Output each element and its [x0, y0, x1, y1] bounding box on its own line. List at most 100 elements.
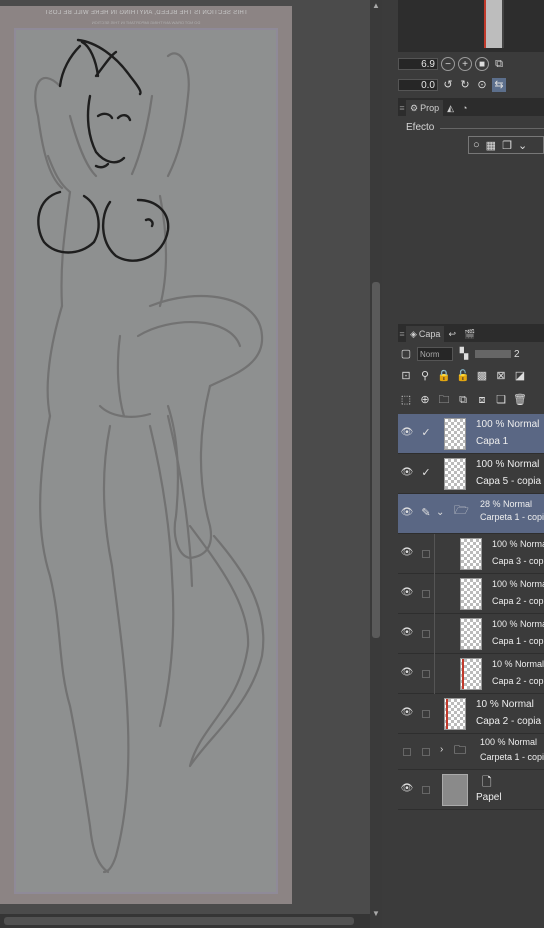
eye-icon[interactable]: 👁 [400, 706, 414, 720]
merge-down-icon[interactable]: ⧈ [474, 392, 490, 408]
layer-row[interactable]: 👁 ✓ 100 % Normal Capa 5 - copia 2 [398, 454, 544, 494]
layer-row[interactable]: 👁 100 % Normal Capa 3 - copia [398, 534, 544, 574]
new-raster-layer-icon[interactable]: ⬚ [398, 392, 414, 408]
layer-blend-row: ▢ Norm ▚ 2 [398, 344, 544, 364]
canvas-paper[interactable]: THIS SECTION IS THE BLEED, ANYTHING IN H… [0, 6, 292, 904]
rotate-row: 0.0 ↺ ↻ ⊙ ⇆ [398, 76, 544, 94]
tree-line [434, 654, 435, 694]
scroll-thumb[interactable] [372, 282, 380, 638]
layer-opacity-slider[interactable] [475, 350, 511, 358]
paper-icon: 🗋 [482, 775, 492, 789]
layer-row[interactable]: 👁 10 % Normal Capa 2 - copia 2 [398, 654, 544, 694]
canvas-horizontal-scrollbar[interactable] [0, 914, 370, 928]
fit-window-icon[interactable]: ■ [475, 57, 489, 71]
eye-icon[interactable]: 👁 [400, 586, 414, 600]
tab-history[interactable]: ↩ [444, 326, 460, 342]
checkbox[interactable] [422, 550, 430, 558]
grip-icon[interactable]: ≡ [398, 326, 406, 342]
layer-row-folder[interactable]: › 🗀 100 % Normal Carpeta 1 - copia [398, 734, 544, 770]
visibility-toggle[interactable] [403, 748, 411, 756]
tree-line [434, 574, 435, 614]
h-scroll-thumb[interactable] [4, 917, 354, 925]
zoom-slider[interactable]: 6.9 [398, 58, 438, 70]
checkmark-icon[interactable]: ✓ [419, 426, 433, 440]
tab-animation[interactable]: 🎬 [460, 326, 479, 342]
canvas-vertical-scrollbar[interactable]: ▲ ▼ [370, 0, 382, 928]
color-icon: ◔ [462, 103, 468, 113]
layer-row[interactable]: 👁 100 % Normal Capa 1 - copia [398, 614, 544, 654]
layer-thumbnail [460, 658, 482, 690]
mask-icon[interactable]: ▩ [474, 368, 490, 384]
blend-mode-select[interactable]: Norm [417, 347, 453, 361]
delete-layer-icon[interactable]: 🗑 [512, 392, 528, 408]
clip-icon[interactable]: ⊠ [493, 368, 509, 384]
lock-transparency-icon[interactable]: 🔒 [436, 368, 452, 384]
tab-brush-size[interactable]: ◭ [443, 100, 458, 116]
tab-layer-label: Capa [418, 329, 441, 339]
palette-icon[interactable]: ◪ [512, 368, 528, 384]
tab-color[interactable]: ◔ [458, 100, 471, 116]
new-folder-icon[interactable]: 🗀 [436, 392, 452, 408]
layer-frame-icon[interactable]: ▢ [398, 346, 414, 362]
rotate-slider[interactable]: 0.0 [398, 79, 438, 91]
chevron-down-icon[interactable]: ⌄ [436, 507, 444, 518]
checkbox[interactable] [422, 590, 430, 598]
efecto-divider [440, 128, 544, 129]
chevron-down-icon[interactable]: ⌄ [518, 139, 527, 152]
navigator-thumbnail[interactable] [484, 0, 504, 48]
rotate-right-icon[interactable]: ↻ [458, 78, 472, 92]
layer-opacity-value: 2 [514, 348, 520, 360]
checkbox[interactable] [422, 786, 430, 794]
layer-row-folder[interactable]: 👁 ✎ ⌄ 🗁 28 % Normal Carpeta 1 - copia [398, 494, 544, 534]
checkbox[interactable] [422, 710, 430, 718]
reset-rotation-icon[interactable]: ⊙ [475, 78, 489, 92]
duplicate-layer-icon[interactable]: ❏ [493, 392, 509, 408]
eye-icon[interactable]: 👁 [400, 506, 414, 520]
scroll-up-icon[interactable]: ▲ [370, 0, 382, 12]
checkbox[interactable] [422, 670, 430, 678]
checkmark-icon[interactable]: ✓ [419, 466, 433, 480]
scroll-down-icon[interactable]: ▼ [370, 908, 382, 920]
grip-icon[interactable]: ≡ [398, 100, 406, 116]
checkbox[interactable] [422, 748, 430, 756]
eye-icon[interactable]: 👁 [400, 466, 414, 480]
eye-icon[interactable]: 👁 [400, 782, 414, 796]
tab-layer[interactable]: ◈ Capa [406, 326, 445, 342]
layer-opacity-mode: 100 % Normal [476, 459, 540, 470]
navigator-preview[interactable] [398, 0, 544, 52]
layer-color-icon[interactable]: ❐ [502, 139, 512, 152]
zoom-out-icon[interactable]: − [441, 57, 455, 71]
transfer-down-icon[interactable]: ⧉ [455, 392, 471, 408]
layer-row-paper[interactable]: 👁 🗋 Papel [398, 770, 544, 810]
reference-layer-icon[interactable]: ⊡ [398, 368, 414, 384]
checkbox[interactable] [422, 630, 430, 638]
sketch-drawing [34, 38, 265, 874]
layer-name: Capa 3 - copia [492, 556, 544, 566]
flip-icon[interactable]: ⧉ [492, 57, 506, 71]
lighthouse-icon[interactable]: ⚲ [417, 368, 433, 384]
eye-icon[interactable]: 👁 [400, 666, 414, 680]
transparency-icon[interactable]: ▚ [456, 346, 472, 362]
layer-opacity-mode: 100 % Normal [492, 539, 544, 549]
new-vector-layer-icon[interactable]: ⊕ [417, 392, 433, 408]
tone-effect-icon[interactable]: ▦ [486, 139, 496, 152]
chevron-right-icon[interactable]: › [440, 744, 443, 755]
tab-properties[interactable]: ⚙ Prop [406, 100, 444, 116]
layer-list[interactable]: 👁 ✓ 100 % Normal Capa 1 👁 ✓ 100 % Normal… [398, 414, 544, 810]
layer-opacity-mode: 10 % Normal [492, 659, 544, 669]
layer-row[interactable]: 👁 100 % Normal Capa 2 - copia [398, 574, 544, 614]
eye-icon[interactable]: 👁 [400, 626, 414, 640]
eye-icon[interactable]: 👁 [400, 546, 414, 560]
canvas-area[interactable]: THIS SECTION IS THE BLEED, ANYTHING IN H… [0, 0, 370, 928]
rotate-left-icon[interactable]: ↺ [441, 78, 455, 92]
eye-icon[interactable]: 👁 [400, 426, 414, 440]
layer-row[interactable]: 👁 10 % Normal Capa 2 - copia 5 [398, 694, 544, 734]
tree-line [434, 614, 435, 654]
pencil-icon[interactable]: ✎ [419, 506, 433, 520]
lock-icon[interactable]: 🔓 [455, 368, 471, 384]
rotate-value: 0.0 [421, 80, 435, 91]
zoom-in-icon[interactable]: + [458, 57, 472, 71]
flip-horizontal-icon[interactable]: ⇆ [492, 78, 506, 92]
layer-row[interactable]: 👁 ✓ 100 % Normal Capa 1 [398, 414, 544, 454]
circle-effect-icon[interactable]: ○ [473, 139, 480, 151]
